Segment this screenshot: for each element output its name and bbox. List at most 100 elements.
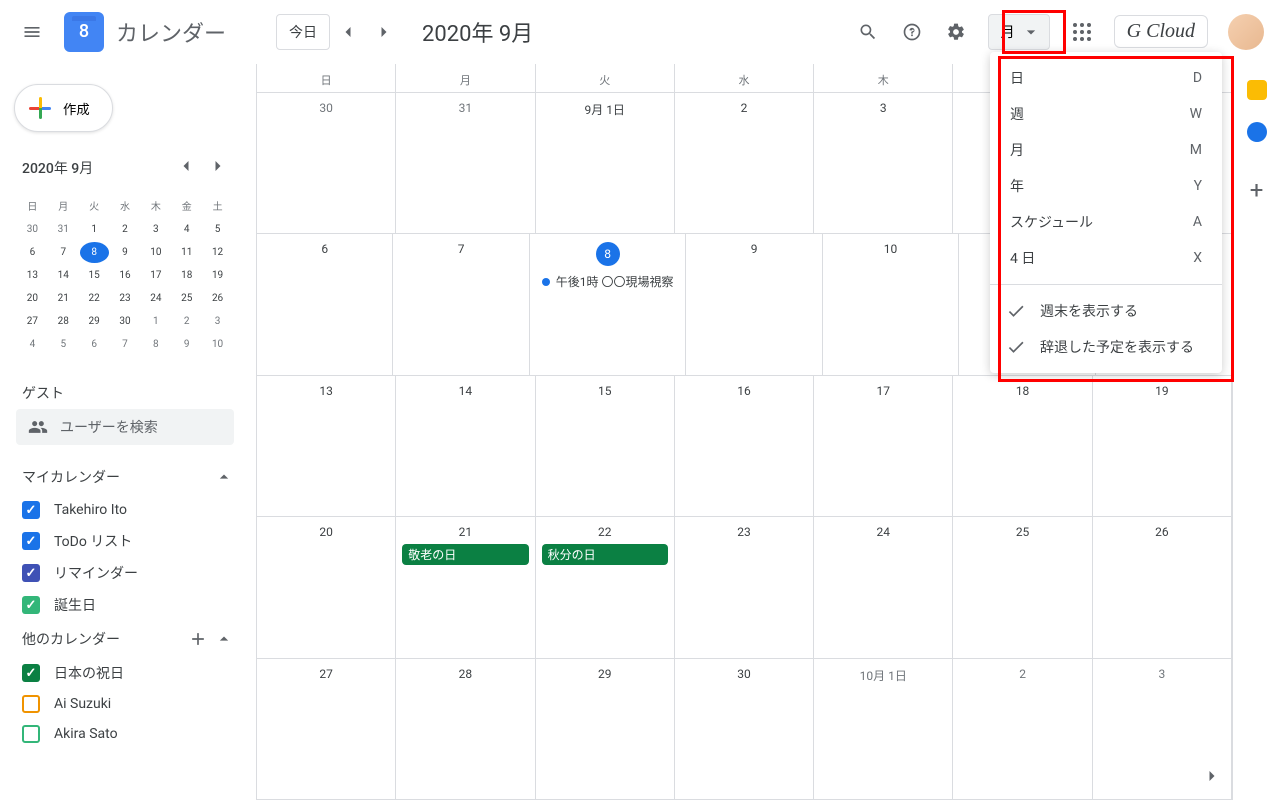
checkbox-icon[interactable]: [22, 501, 40, 519]
day-cell[interactable]: 10月 1日: [814, 659, 953, 799]
mini-day[interactable]: 30: [18, 219, 47, 240]
settings-icon[interactable]: [936, 12, 976, 52]
apps-icon[interactable]: [1062, 12, 1102, 52]
mini-day[interactable]: 8: [80, 242, 109, 263]
day-cell[interactable]: 13: [257, 376, 396, 516]
mini-day[interactable]: 9: [111, 242, 140, 263]
checkbox-icon[interactable]: [22, 596, 40, 614]
day-cell[interactable]: 21敬老の日: [396, 517, 535, 657]
mini-day[interactable]: 24: [141, 288, 170, 309]
day-cell[interactable]: 29: [536, 659, 675, 799]
checkbox-icon[interactable]: [22, 695, 40, 713]
mini-day[interactable]: 10: [141, 242, 170, 263]
mini-day[interactable]: 6: [80, 334, 109, 355]
checkbox-icon[interactable]: [22, 664, 40, 682]
add-calendar-icon[interactable]: [188, 629, 208, 649]
day-cell[interactable]: 23: [675, 517, 814, 657]
event[interactable]: 午後1時 〇〇現場視察: [536, 271, 680, 292]
mini-day[interactable]: 11: [172, 242, 201, 263]
day-cell[interactable]: 19: [1093, 376, 1232, 516]
mini-day[interactable]: 18: [172, 265, 201, 286]
calendar-item[interactable]: Akira Sato: [16, 719, 234, 749]
mini-day[interactable]: 28: [49, 311, 78, 332]
day-cell[interactable]: 9月 1日: [536, 93, 675, 233]
mini-day[interactable]: 13: [18, 265, 47, 286]
event[interactable]: 敬老の日: [402, 544, 528, 565]
day-cell[interactable]: 26: [1093, 517, 1232, 657]
search-icon[interactable]: [848, 12, 888, 52]
day-cell[interactable]: 18: [953, 376, 1092, 516]
other-calendars-header[interactable]: 他のカレンダー: [8, 621, 242, 657]
mini-next-button[interactable]: [204, 152, 232, 184]
prev-month-button[interactable]: [332, 16, 364, 48]
mini-day[interactable]: 12: [203, 242, 232, 263]
day-cell[interactable]: 9: [686, 234, 822, 374]
mini-day[interactable]: 20: [18, 288, 47, 309]
help-icon[interactable]: [892, 12, 932, 52]
calendar-item[interactable]: リマインダー: [16, 557, 234, 589]
mini-day[interactable]: 30: [111, 311, 140, 332]
checkbox-icon[interactable]: [22, 532, 40, 550]
day-cell[interactable]: 6: [257, 234, 393, 374]
mini-day[interactable]: 17: [141, 265, 170, 286]
day-cell[interactable]: 30: [675, 659, 814, 799]
day-cell[interactable]: 17: [814, 376, 953, 516]
mini-day[interactable]: 2: [111, 219, 140, 240]
mini-day[interactable]: 16: [111, 265, 140, 286]
keep-icon[interactable]: [1247, 80, 1267, 100]
mini-day[interactable]: 2: [172, 311, 201, 332]
my-calendars-header[interactable]: マイカレンダー: [8, 459, 242, 495]
dropdown-item[interactable]: 日D: [990, 60, 1222, 96]
day-cell[interactable]: 27: [257, 659, 396, 799]
mini-day[interactable]: 5: [49, 334, 78, 355]
checkbox-icon[interactable]: [22, 564, 40, 582]
add-addon-button[interactable]: +: [1250, 176, 1264, 204]
dropdown-item[interactable]: 4 日X: [990, 240, 1222, 276]
day-cell[interactable]: 22秋分の日: [536, 517, 675, 657]
event[interactable]: 秋分の日: [542, 544, 668, 565]
dropdown-check-item[interactable]: 週末を表示する: [990, 293, 1222, 329]
mini-day[interactable]: 14: [49, 265, 78, 286]
checkbox-icon[interactable]: [22, 725, 40, 743]
mini-day[interactable]: 7: [49, 242, 78, 263]
calendar-item[interactable]: ToDo リスト: [16, 525, 234, 557]
mini-day[interactable]: 6: [18, 242, 47, 263]
create-button[interactable]: 作成: [14, 84, 113, 132]
calendar-item[interactable]: Takehiro Ito: [16, 495, 234, 525]
day-cell[interactable]: 2: [953, 659, 1092, 799]
mini-prev-button[interactable]: [172, 152, 200, 184]
mini-day[interactable]: 4: [18, 334, 47, 355]
mini-day[interactable]: 7: [111, 334, 140, 355]
calendar-item[interactable]: 日本の祝日: [16, 657, 234, 689]
dropdown-item[interactable]: 週W: [990, 96, 1222, 132]
mini-day[interactable]: 15: [80, 265, 109, 286]
mini-day[interactable]: 19: [203, 265, 232, 286]
mini-day[interactable]: 10: [203, 334, 232, 355]
avatar[interactable]: [1228, 14, 1264, 50]
day-cell[interactable]: 10: [823, 234, 959, 374]
mini-day[interactable]: 29: [80, 311, 109, 332]
menu-icon[interactable]: [8, 8, 56, 56]
mini-day[interactable]: 4: [172, 219, 201, 240]
mini-day[interactable]: 3: [141, 219, 170, 240]
day-cell[interactable]: 14: [396, 376, 535, 516]
day-cell[interactable]: 8午後1時 〇〇現場視察: [530, 234, 687, 374]
mini-day[interactable]: 5: [203, 219, 232, 240]
expand-side-panel-button[interactable]: [1202, 766, 1222, 790]
mini-day[interactable]: 9: [172, 334, 201, 355]
mini-day[interactable]: 23: [111, 288, 140, 309]
day-cell[interactable]: 20: [257, 517, 396, 657]
day-cell[interactable]: 30: [257, 93, 396, 233]
mini-day[interactable]: 3: [203, 311, 232, 332]
day-cell[interactable]: 3: [814, 93, 953, 233]
tasks-icon[interactable]: [1247, 122, 1267, 142]
mini-day[interactable]: 1: [141, 311, 170, 332]
mini-day[interactable]: 31: [49, 219, 78, 240]
day-cell[interactable]: 2: [675, 93, 814, 233]
mini-day[interactable]: 1: [80, 219, 109, 240]
mini-day[interactable]: 27: [18, 311, 47, 332]
search-user-input[interactable]: ユーザーを検索: [16, 409, 234, 445]
day-cell[interactable]: 25: [953, 517, 1092, 657]
mini-day[interactable]: 26: [203, 288, 232, 309]
dropdown-item[interactable]: 月M: [990, 132, 1222, 168]
